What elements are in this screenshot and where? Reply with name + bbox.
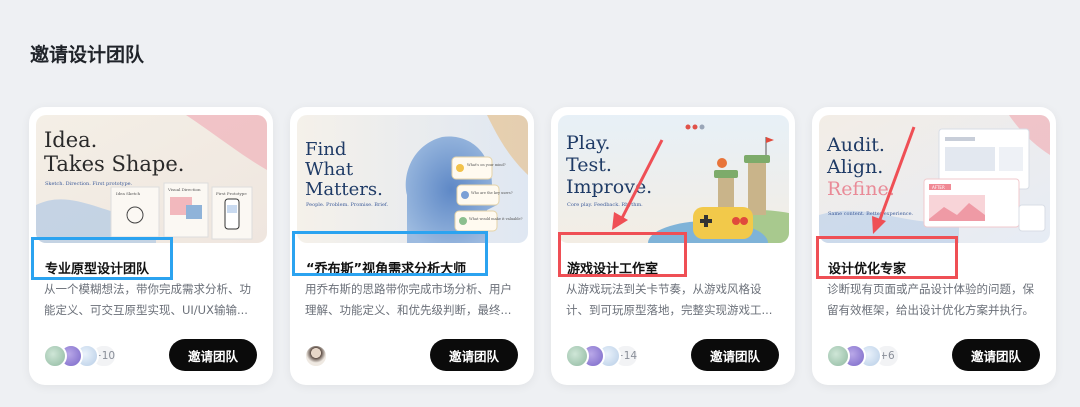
red-arrow-head xyxy=(612,212,628,230)
member-avatars: +14 xyxy=(565,342,639,370)
member-avatars: +10 xyxy=(43,342,117,370)
annotation-arrows xyxy=(612,126,916,234)
avatar xyxy=(565,344,589,368)
red-arrow-head xyxy=(872,216,886,234)
member-avatars: +6 xyxy=(826,342,900,370)
red-arrow xyxy=(876,126,916,226)
avatar xyxy=(826,344,850,368)
avatar xyxy=(304,344,328,368)
red-arrow xyxy=(618,139,664,223)
avatar xyxy=(43,344,67,368)
